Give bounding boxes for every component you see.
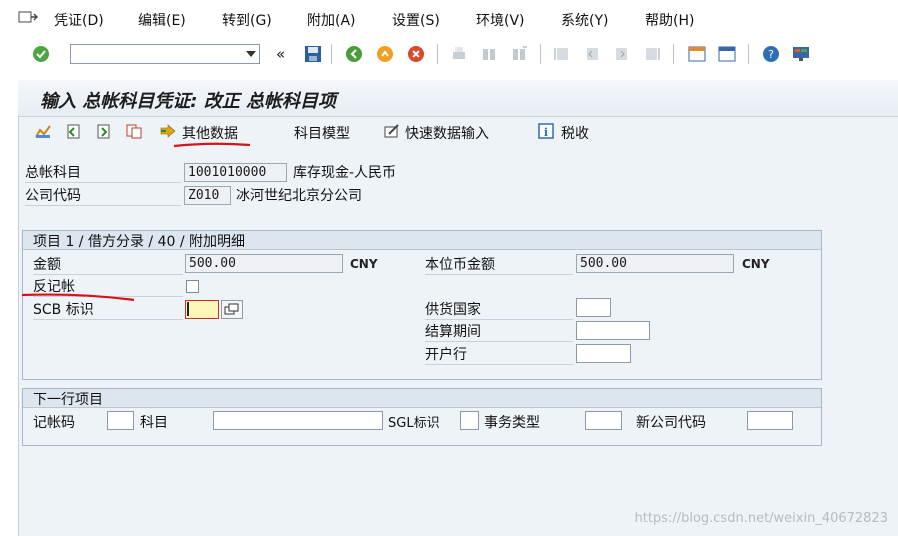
next-item-group-title: 下一行项目	[33, 392, 103, 408]
svg-text:i: i	[544, 126, 548, 139]
menu-help[interactable]: 帮助(H)	[645, 10, 694, 30]
double-left-icon[interactable]: «	[276, 45, 285, 63]
account-label: 科目	[140, 415, 168, 431]
company-code-description: 冰河世纪北京分公司	[236, 188, 362, 204]
new-company-code-field[interactable]	[747, 411, 793, 430]
new-session-icon[interactable]	[688, 45, 706, 63]
reversal-label: 反记帐	[33, 276, 183, 297]
watermark: https://blog.csdn.net/weixin_40672823	[634, 511, 888, 526]
menu-environment[interactable]: 环境(V)	[476, 10, 525, 30]
company-code-label: 公司代码	[25, 185, 181, 206]
sgl-indicator-field[interactable]	[460, 411, 479, 430]
previous-item-icon[interactable]	[65, 123, 81, 139]
svg-text:?: ?	[768, 48, 774, 61]
next-page-icon[interactable]	[613, 45, 631, 63]
local-amount-label: 本位币金额	[425, 254, 573, 275]
toolbar-separator	[748, 44, 749, 64]
gl-account-description: 库存现金-人民币	[293, 165, 397, 181]
overview-icon[interactable]	[35, 123, 51, 139]
supplier-country-field[interactable]	[576, 298, 611, 317]
amount-currency: CNY	[350, 257, 378, 271]
new-company-code-label: 新公司代码	[636, 415, 706, 431]
customize-layout-icon[interactable]	[792, 45, 810, 63]
next-item-group-header	[23, 389, 821, 408]
find-icon[interactable]	[480, 45, 498, 63]
reversal-checkbox[interactable]	[186, 280, 199, 293]
local-amount-currency: CNY	[742, 257, 770, 271]
amount-label: 金额	[33, 254, 183, 275]
menu-goto[interactable]: 转到(G)	[222, 10, 272, 30]
local-amount-field[interactable]: 500.00	[576, 254, 734, 273]
fast-entry-button[interactable]: 快速数据输入	[405, 123, 489, 143]
transaction-type-label: 事务类型	[484, 415, 540, 431]
tax-info-icon[interactable]: i	[538, 123, 554, 139]
next-item-icon[interactable]	[96, 123, 112, 139]
gl-account-label: 总帐科目	[25, 162, 181, 183]
exit-icon[interactable]	[376, 45, 394, 63]
other-data-icon[interactable]	[160, 123, 176, 139]
command-field[interactable]	[70, 44, 260, 64]
account-model-button[interactable]: 科目模型	[294, 123, 350, 143]
account-field[interactable]	[213, 411, 383, 430]
copy-item-icon[interactable]	[126, 123, 142, 139]
amount-field[interactable]: 500.00	[185, 254, 343, 273]
bank-field[interactable]	[576, 344, 631, 363]
menu-system[interactable]: 系统(Y)	[561, 10, 608, 30]
previous-page-icon[interactable]	[583, 45, 601, 63]
company-code-field[interactable]: Z010	[184, 186, 231, 205]
supplier-country-label: 供货国家	[425, 299, 573, 320]
bank-label: 开户行	[425, 344, 573, 365]
find-next-icon[interactable]	[510, 45, 528, 63]
save-icon[interactable]	[304, 45, 322, 63]
posting-key-label: 记帐码	[33, 415, 75, 431]
menu-doc-icon[interactable]	[18, 9, 38, 25]
scb-label: SCB 标识	[33, 299, 183, 320]
gl-account-field[interactable]: 1001010000	[184, 163, 287, 182]
last-page-icon[interactable]	[643, 45, 661, 63]
fast-entry-icon[interactable]	[384, 123, 400, 139]
menu-extras[interactable]: 附加(A)	[307, 10, 356, 30]
text-cursor	[187, 302, 189, 316]
search-help-icon[interactable]	[221, 300, 243, 319]
menu-settings[interactable]: 设置(S)	[392, 10, 440, 30]
chevron-down-icon[interactable]	[246, 51, 256, 57]
toolbar-separator	[540, 44, 541, 64]
settlement-period-label: 结算期间	[425, 321, 573, 342]
shortcut-icon[interactable]	[718, 45, 736, 63]
toolbar-separator	[437, 44, 438, 64]
enter-icon[interactable]	[32, 45, 50, 63]
transaction-type-field[interactable]	[585, 411, 622, 430]
posting-key-field[interactable]	[107, 411, 134, 430]
page-title: 输入 总帐科目凭证: 改正 总帐科目项	[40, 91, 336, 112]
scb-field[interactable]	[185, 300, 219, 319]
menu-voucher[interactable]: 凭证(D)	[54, 10, 104, 30]
menu-edit[interactable]: 编辑(E)	[138, 10, 186, 30]
item-detail-group-title: 项目 1 / 借方分录 / 40 / 附加明细	[33, 234, 246, 250]
other-data-button[interactable]: 其他数据	[182, 123, 238, 143]
cancel-icon[interactable]	[407, 45, 425, 63]
help-icon[interactable]: ?	[762, 45, 780, 63]
menu-bar: 凭证(D) 编辑(E) 转到(G) 附加(A) 设置(S) 环境(V) 系统(Y…	[0, 0, 898, 38]
sgl-indicator-label: SGL标识	[388, 416, 440, 431]
toolbar-separator	[331, 44, 332, 64]
tax-button[interactable]: 税收	[561, 123, 589, 143]
toolbar-separator	[673, 44, 674, 64]
first-page-icon[interactable]	[553, 45, 571, 63]
settlement-period-field[interactable]	[576, 321, 650, 340]
print-icon[interactable]	[450, 45, 468, 63]
back-icon[interactable]	[345, 45, 363, 63]
